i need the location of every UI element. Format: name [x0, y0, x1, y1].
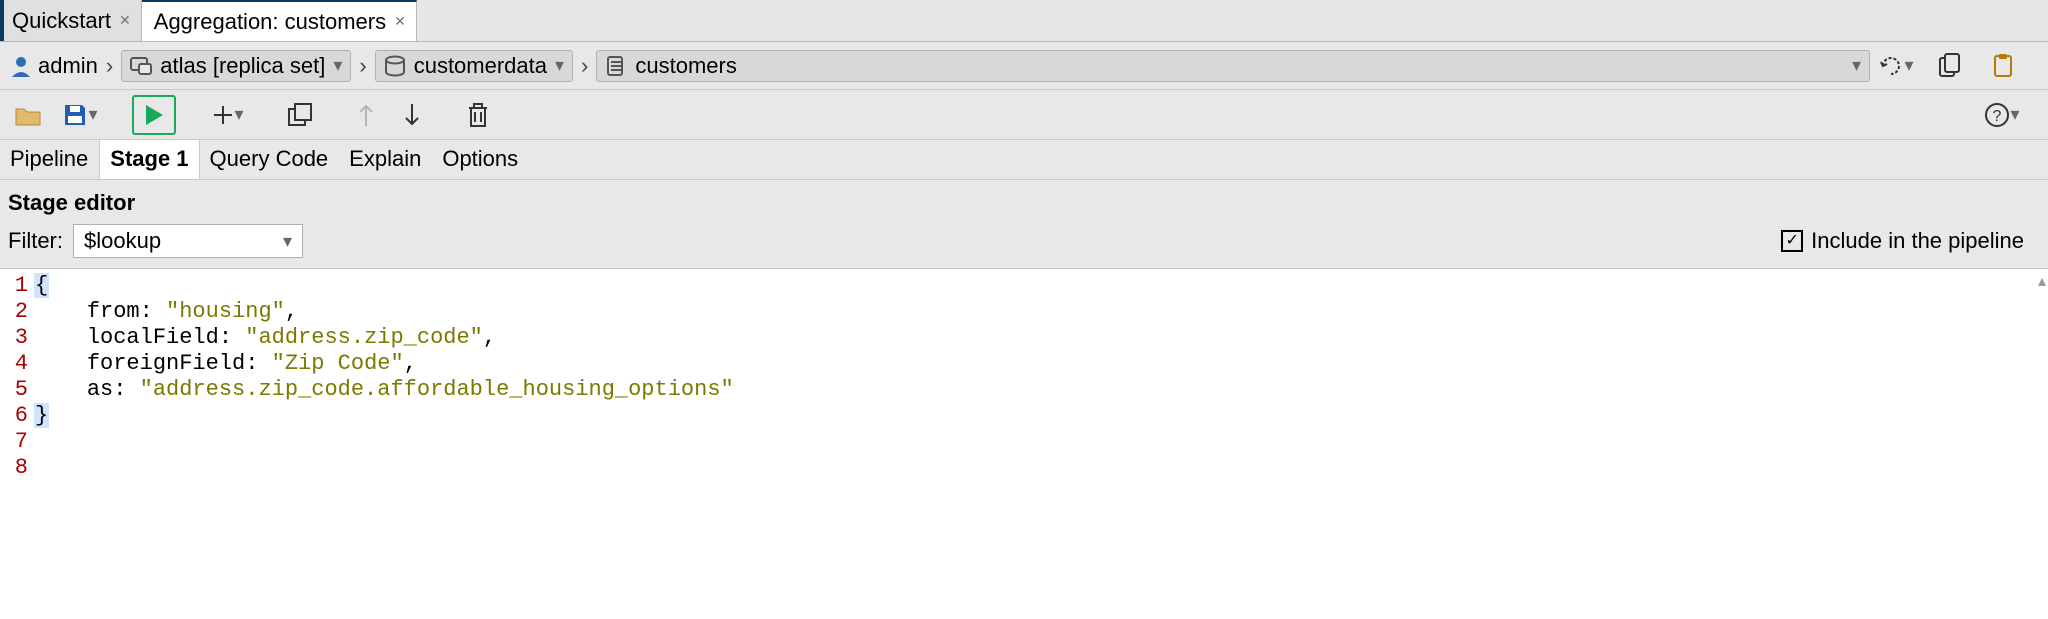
stage-editor-title: Stage editor	[0, 180, 2048, 222]
folder-icon	[14, 103, 42, 127]
sub-tab-query-code[interactable]: Query Code	[200, 140, 340, 179]
sub-tab-bar: Pipeline Stage 1 Query Code Explain Opti…	[0, 140, 2048, 180]
open-button[interactable]	[8, 95, 48, 135]
server-icon	[130, 56, 152, 76]
chevron-right-icon: ›	[357, 53, 368, 79]
tab-quickstart[interactable]: Quickstart ✕	[0, 0, 142, 41]
filter-select[interactable]: $lookup ▾	[73, 224, 303, 258]
chevron-down-icon: ▾	[2010, 104, 2019, 125]
add-button[interactable]: ▾	[202, 95, 254, 135]
toolbar: ▾ ▾ ? ▾	[0, 90, 2048, 140]
document-tab-bar: Quickstart ✕ Aggregation: customers ✕	[0, 0, 2048, 42]
chevron-down-icon: ▾	[1852, 55, 1861, 76]
plus-icon	[212, 104, 234, 126]
duplicate-icon	[287, 102, 313, 128]
sub-tab-stage1[interactable]: Stage 1	[99, 140, 199, 179]
arrow-up-icon	[357, 102, 375, 128]
breadcrumb-user: admin	[10, 53, 98, 79]
user-icon	[10, 55, 32, 77]
tab-label: Quickstart	[12, 8, 111, 34]
close-icon[interactable]: ✕	[394, 13, 406, 30]
sub-tab-options[interactable]: Options	[432, 140, 529, 179]
chevron-right-icon: ›	[104, 53, 115, 79]
move-up-button[interactable]	[346, 95, 386, 135]
chevron-right-icon: ›	[579, 53, 590, 79]
delete-button[interactable]	[458, 95, 498, 135]
tab-aggregation-customers[interactable]: Aggregation: customers ✕	[142, 0, 417, 41]
filter-row: Filter: $lookup ▾ ✓ Include in the pipel…	[0, 222, 2048, 269]
line-number-gutter: 12345678	[0, 269, 34, 619]
save-button[interactable]: ▾	[54, 95, 106, 135]
arrow-down-icon	[403, 102, 421, 128]
svg-text:?: ?	[1993, 108, 2002, 125]
history-button[interactable]: ▾	[1876, 46, 1916, 86]
filter-label: Filter:	[8, 228, 63, 254]
copy-icon	[1938, 53, 1962, 79]
include-label: Include in the pipeline	[1811, 228, 2024, 254]
chevron-down-icon: ▾	[234, 104, 243, 125]
save-icon	[62, 102, 88, 128]
chevron-down-icon: ▾	[88, 104, 97, 125]
database-label: customerdata	[414, 53, 547, 79]
breadcrumb: admin › atlas [replica set] ▾ › customer…	[0, 42, 2048, 90]
help-icon: ?	[1984, 102, 2010, 128]
breadcrumb-tools: ▾	[1876, 46, 2038, 86]
include-in-pipeline[interactable]: ✓ Include in the pipeline	[1781, 228, 2040, 254]
collection-label: customers	[635, 53, 736, 79]
user-label: admin	[38, 53, 98, 79]
chevron-down-icon: ▾	[555, 55, 564, 76]
copy-button[interactable]	[1930, 46, 1970, 86]
close-icon[interactable]: ✕	[119, 12, 131, 29]
history-icon	[1878, 53, 1904, 79]
help-button[interactable]: ? ▾	[1976, 95, 2028, 135]
run-button[interactable]	[132, 95, 176, 135]
play-icon	[143, 103, 165, 127]
server-selector[interactable]: atlas [replica set] ▾	[121, 50, 351, 82]
database-icon	[384, 55, 406, 77]
tab-label: Aggregation: customers	[154, 9, 386, 35]
filter-value: $lookup	[84, 228, 161, 254]
scroll-up-icon[interactable]: ▴	[2038, 271, 2046, 291]
collection-selector[interactable]: customers ▾	[596, 50, 1870, 82]
duplicate-button[interactable]	[280, 95, 320, 135]
chevron-down-icon: ▾	[283, 231, 292, 252]
trash-icon	[467, 102, 489, 128]
code-content[interactable]: { from: "housing", localField: "address.…	[34, 269, 734, 619]
sub-tab-pipeline[interactable]: Pipeline	[0, 140, 99, 179]
collection-icon	[605, 55, 627, 77]
move-down-button[interactable]	[392, 95, 432, 135]
chevron-down-icon: ▾	[333, 55, 342, 76]
checkbox-icon[interactable]: ✓	[1781, 230, 1803, 252]
server-label: atlas [replica set]	[160, 53, 325, 79]
sub-tab-explain[interactable]: Explain	[339, 140, 432, 179]
chevron-down-icon: ▾	[1904, 55, 1913, 76]
clipboard-icon	[1992, 53, 2016, 79]
database-selector[interactable]: customerdata ▾	[375, 50, 573, 82]
paste-button[interactable]	[1984, 46, 2024, 86]
code-editor[interactable]: 12345678 { from: "housing", localField: …	[0, 269, 2048, 619]
